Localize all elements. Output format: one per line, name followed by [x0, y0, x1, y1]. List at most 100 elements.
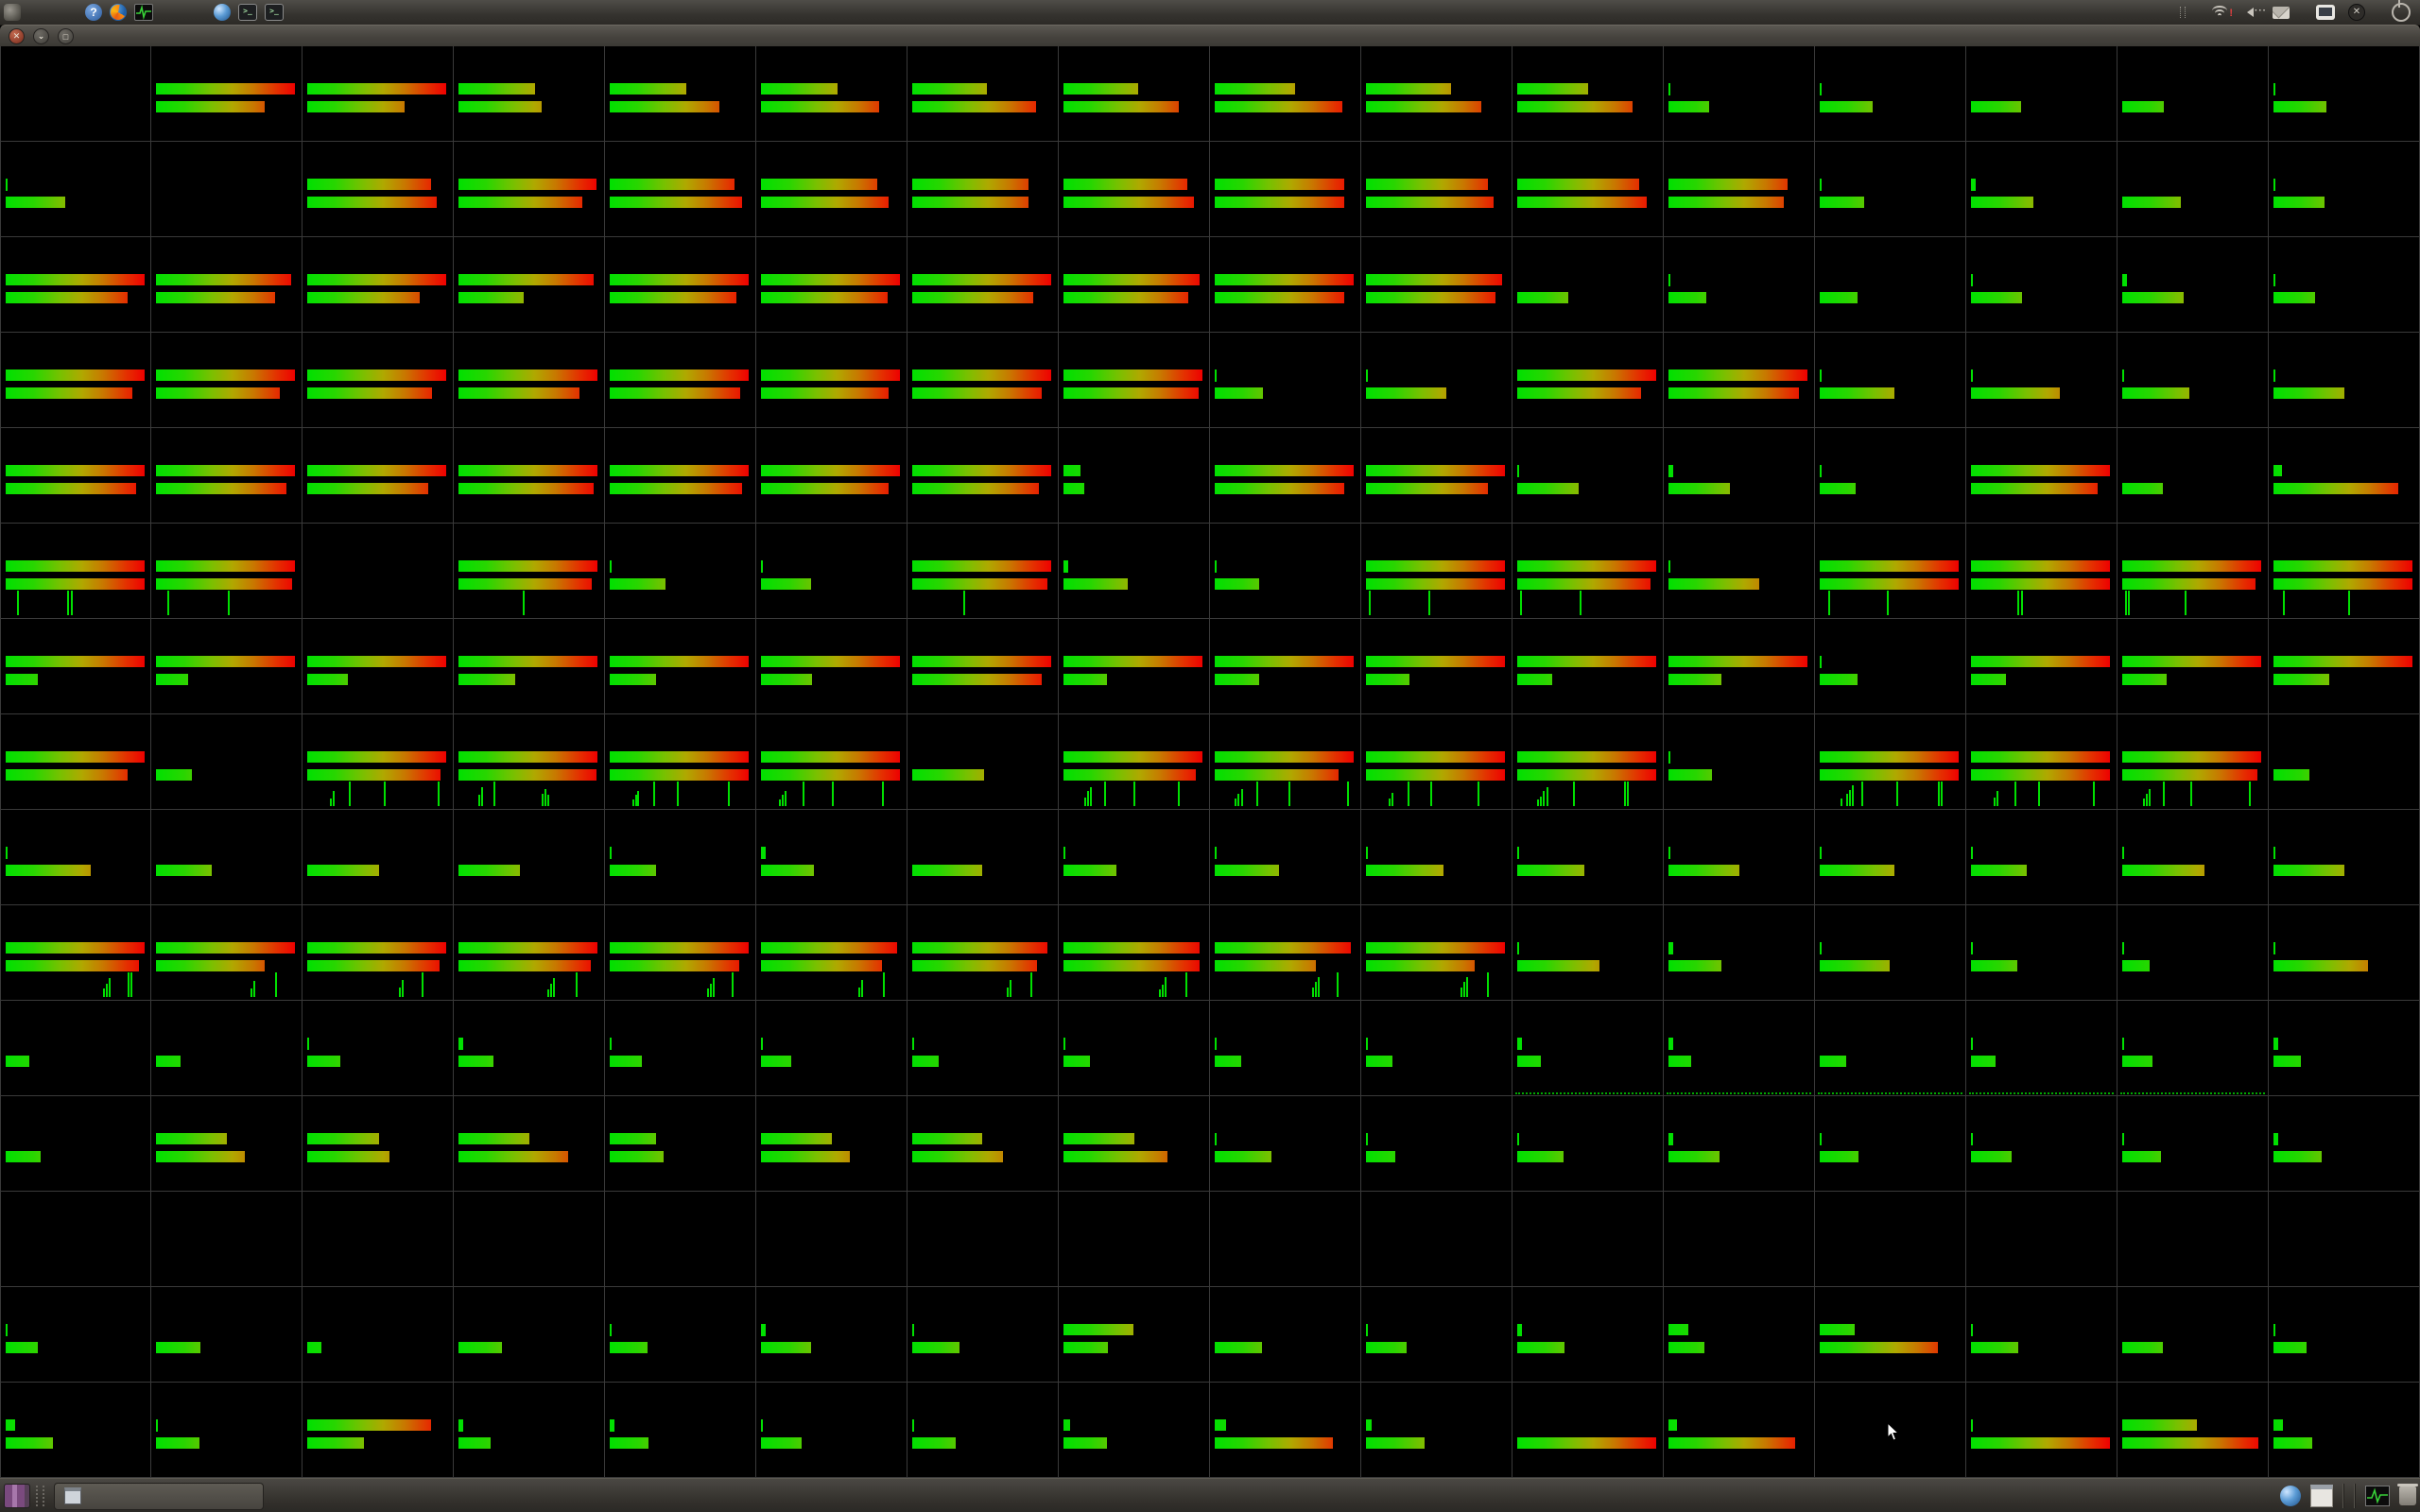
- node-cell-n038[interactable]: [756, 237, 908, 333]
- node-cell-n082[interactable]: [151, 524, 302, 619]
- node-cell-n057[interactable]: [1210, 333, 1361, 428]
- node-cell-n119[interactable]: [908, 714, 1059, 810]
- node-cell-n175[interactable]: [2118, 1001, 2269, 1096]
- taskbar-monitor-icon[interactable]: [2365, 1486, 2390, 1506]
- node-cell-n193[interactable]: [0, 1192, 151, 1287]
- node-cell-n023[interactable]: [908, 142, 1059, 237]
- node-cell-n105[interactable]: [1210, 619, 1361, 714]
- node-cell-n083[interactable]: [302, 524, 454, 619]
- node-cell-n214[interactable]: [756, 1287, 908, 1383]
- node-cell-n173[interactable]: [1815, 1001, 1966, 1096]
- node-cell-n196[interactable]: [454, 1192, 605, 1287]
- node-cell-n047[interactable]: [2118, 237, 2269, 333]
- node-cell-n031[interactable]: [2118, 142, 2269, 237]
- node-cell-n204[interactable]: [1664, 1192, 1815, 1287]
- node-cell-n107[interactable]: [1512, 619, 1664, 714]
- node-cell-n223[interactable]: [2118, 1287, 2269, 1383]
- node-cell-n187[interactable]: [1512, 1096, 1664, 1192]
- node-cell-n127[interactable]: [2118, 714, 2269, 810]
- node-cell-n172[interactable]: [1664, 1001, 1815, 1096]
- terminal-icon-2[interactable]: >_: [265, 4, 284, 21]
- node-cell-n067[interactable]: [302, 428, 454, 524]
- node-cell-n002[interactable]: [151, 46, 302, 142]
- window-titlebar[interactable]: ✕ ⌄ □: [0, 25, 2420, 47]
- node-cell-n077[interactable]: [1815, 428, 1966, 524]
- close-window-button[interactable]: ✕: [9, 28, 25, 44]
- node-cell-n088[interactable]: [1059, 524, 1210, 619]
- node-cell-n114[interactable]: [151, 714, 302, 810]
- node-cell-n044[interactable]: [1664, 237, 1815, 333]
- node-cell-n148[interactable]: [454, 905, 605, 1001]
- node-cell-n203[interactable]: [1512, 1192, 1664, 1287]
- node-cell-n051[interactable]: [302, 333, 454, 428]
- node-cell-n188[interactable]: [1664, 1096, 1815, 1192]
- node-cell-n112[interactable]: [2269, 619, 2420, 714]
- node-cell-n234[interactable]: [1361, 1383, 1512, 1478]
- node-cell-n053[interactable]: [605, 333, 756, 428]
- node-cell-n226[interactable]: [151, 1383, 302, 1478]
- node-cell-n032[interactable]: [2269, 142, 2420, 237]
- node-cell-n072[interactable]: [1059, 428, 1210, 524]
- node-cell-n116[interactable]: [454, 714, 605, 810]
- node-cell-n137[interactable]: [1210, 810, 1361, 905]
- node-cell-n022[interactable]: [756, 142, 908, 237]
- node-cell-n100[interactable]: [454, 619, 605, 714]
- node-cell-n208[interactable]: [2269, 1192, 2420, 1287]
- node-cell-n134[interactable]: [756, 810, 908, 905]
- node-cell-n073[interactable]: [1210, 428, 1361, 524]
- network-wifi-icon[interactable]: !: [2212, 6, 2229, 19]
- node-cell-n230[interactable]: [756, 1383, 908, 1478]
- node-cell-n113[interactable]: [0, 714, 151, 810]
- presence-status-icon[interactable]: ✕: [2348, 4, 2365, 21]
- node-cell-n096[interactable]: [2269, 524, 2420, 619]
- node-cell-n071[interactable]: [908, 428, 1059, 524]
- node-cell-n029[interactable]: [1815, 142, 1966, 237]
- taskbar-sphere-icon[interactable]: [2280, 1486, 2301, 1506]
- node-cell-n157[interactable]: [1815, 905, 1966, 1001]
- node-cell-n176[interactable]: [2269, 1001, 2420, 1096]
- node-cell-n142[interactable]: [1966, 810, 2118, 905]
- node-cell-n059[interactable]: [1512, 333, 1664, 428]
- node-cell-n079[interactable]: [2118, 428, 2269, 524]
- node-cell-n197[interactable]: [605, 1192, 756, 1287]
- node-cell-n219[interactable]: [1512, 1287, 1664, 1383]
- node-cell-n011[interactable]: [1512, 46, 1664, 142]
- node-cell-n170[interactable]: [1361, 1001, 1512, 1096]
- node-cell-n015[interactable]: [2118, 46, 2269, 142]
- node-cell-n143[interactable]: [2118, 810, 2269, 905]
- node-cell-n030[interactable]: [1966, 142, 2118, 237]
- node-cell-n149[interactable]: [605, 905, 756, 1001]
- node-cell-n106[interactable]: [1361, 619, 1512, 714]
- node-cell-n199[interactable]: [908, 1192, 1059, 1287]
- node-cell-n091[interactable]: [1512, 524, 1664, 619]
- node-cell-n058[interactable]: [1361, 333, 1512, 428]
- node-cell-n220[interactable]: [1664, 1287, 1815, 1383]
- node-cell-n115[interactable]: [302, 714, 454, 810]
- node-cell-n183[interactable]: [908, 1096, 1059, 1192]
- node-cell-n033[interactable]: [0, 237, 151, 333]
- node-cell-n111[interactable]: [2118, 619, 2269, 714]
- node-cell-n233[interactable]: [1210, 1383, 1361, 1478]
- node-cell-n080[interactable]: [2269, 428, 2420, 524]
- node-cell-n201[interactable]: [1210, 1192, 1361, 1287]
- node-cell-n168[interactable]: [1059, 1001, 1210, 1096]
- node-cell-n034[interactable]: [151, 237, 302, 333]
- node-cell-n163[interactable]: [302, 1001, 454, 1096]
- workspace-switcher-icon[interactable]: [4, 1484, 30, 1508]
- node-cell-n081[interactable]: [0, 524, 151, 619]
- node-cell-n026[interactable]: [1361, 142, 1512, 237]
- node-cell-n229[interactable]: [605, 1383, 756, 1478]
- node-cell-n007[interactable]: [908, 46, 1059, 142]
- node-cell-n155[interactable]: [1512, 905, 1664, 1001]
- node-cell-n066[interactable]: [151, 428, 302, 524]
- node-cell-n145[interactable]: [0, 905, 151, 1001]
- node-cell-n048[interactable]: [2269, 237, 2420, 333]
- screen-lock-icon[interactable]: [2316, 5, 2335, 20]
- node-cell-n135[interactable]: [908, 810, 1059, 905]
- node-cell-n236[interactable]: [1664, 1383, 1815, 1478]
- node-cell-n075[interactable]: [1512, 428, 1664, 524]
- node-cell-n050[interactable]: [151, 333, 302, 428]
- node-cell-n124[interactable]: [1664, 714, 1815, 810]
- taskbar-window-icon[interactable]: [2310, 1485, 2333, 1507]
- node-cell-n153[interactable]: [1210, 905, 1361, 1001]
